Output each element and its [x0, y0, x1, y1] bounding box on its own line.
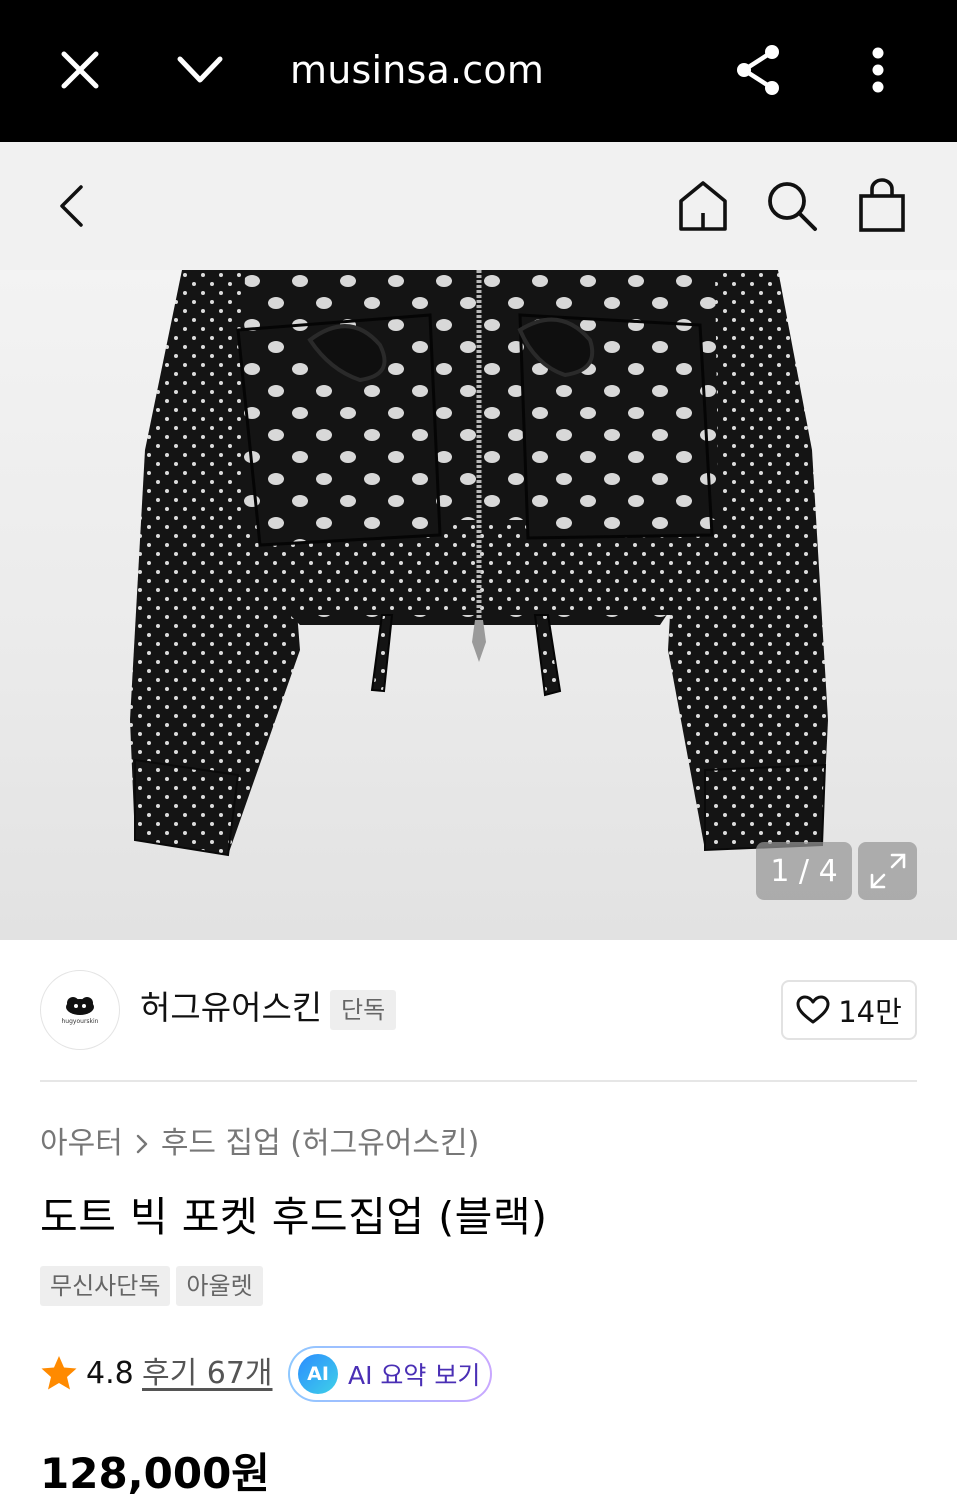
tag-outlet: 아울렛 — [176, 1266, 263, 1306]
brand-row: hugyourskin 허그유어스킨 단독 14만 — [40, 970, 917, 1050]
url-text[interactable]: musinsa.com — [290, 44, 544, 96]
close-icon — [61, 51, 99, 89]
browser-toolbar: musinsa.com — [0, 0, 957, 142]
brand-logo[interactable]: hugyourskin — [40, 970, 120, 1050]
exclusive-badge: 단독 — [330, 990, 397, 1030]
brand-name[interactable]: 허그유어스킨 — [140, 986, 322, 1030]
like-count: 14만 — [838, 995, 902, 1029]
expand-icon — [870, 853, 905, 889]
search-button[interactable] — [762, 176, 822, 236]
home-icon — [679, 181, 727, 231]
rating-value: 4.8 — [86, 1356, 134, 1391]
like-button[interactable]: 14만 — [781, 980, 917, 1040]
more-options-button[interactable] — [852, 40, 904, 100]
product-image-gallery[interactable]: 1 / 4 — [0, 270, 957, 940]
collapse-button[interactable] — [172, 42, 228, 98]
fullscreen-button[interactable] — [858, 842, 917, 900]
star-icon — [41, 1356, 77, 1390]
app-header — [0, 142, 957, 270]
brand-logo-mark-icon — [66, 997, 94, 1015]
rating-row: 4.8 후기 67개 AI AI 요약 보기 — [40, 1346, 917, 1402]
home-button[interactable] — [672, 176, 734, 236]
heart-icon — [796, 995, 830, 1024]
review-count-link[interactable]: 후기 67개 — [142, 1354, 273, 1394]
image-counter: 1 / 4 — [756, 842, 852, 900]
chevron-down-icon — [177, 56, 223, 83]
ai-summary-button[interactable]: AI AI 요약 보기 — [288, 1346, 492, 1402]
product-title: 도트 빅 포켓 후드집업 (블랙) — [40, 1193, 548, 1241]
product-tags: 무신사단독 아울렛 — [40, 1266, 263, 1306]
breadcrumb-category[interactable]: 아우터 — [40, 1124, 123, 1164]
chevron-right-icon — [135, 1133, 149, 1155]
brand-logo-text: hugyourskin — [61, 1018, 99, 1025]
ai-badge-icon: AI — [298, 1354, 338, 1394]
tag-musinsa-exclusive: 무신사단독 — [40, 1266, 171, 1306]
share-button[interactable] — [728, 40, 788, 100]
cart-button[interactable] — [852, 176, 912, 236]
breadcrumb-subcategory[interactable]: 후드 집업 (허그유어스킨) — [161, 1124, 479, 1164]
ai-summary-label: AI 요약 보기 — [348, 1361, 481, 1390]
divider — [40, 1080, 917, 1082]
shopping-bag-icon — [859, 178, 905, 232]
breadcrumb: 아우터 후드 집업 (허그유어스킨) — [40, 1124, 479, 1164]
share-icon — [737, 45, 779, 95]
back-button[interactable] — [46, 178, 96, 234]
back-arrow-icon — [60, 185, 83, 227]
product-image — [130, 270, 828, 857]
product-price: 128,000원 — [40, 1449, 270, 1498]
close-button[interactable] — [52, 42, 108, 98]
more-vertical-icon — [872, 47, 884, 93]
search-icon — [768, 182, 817, 231]
